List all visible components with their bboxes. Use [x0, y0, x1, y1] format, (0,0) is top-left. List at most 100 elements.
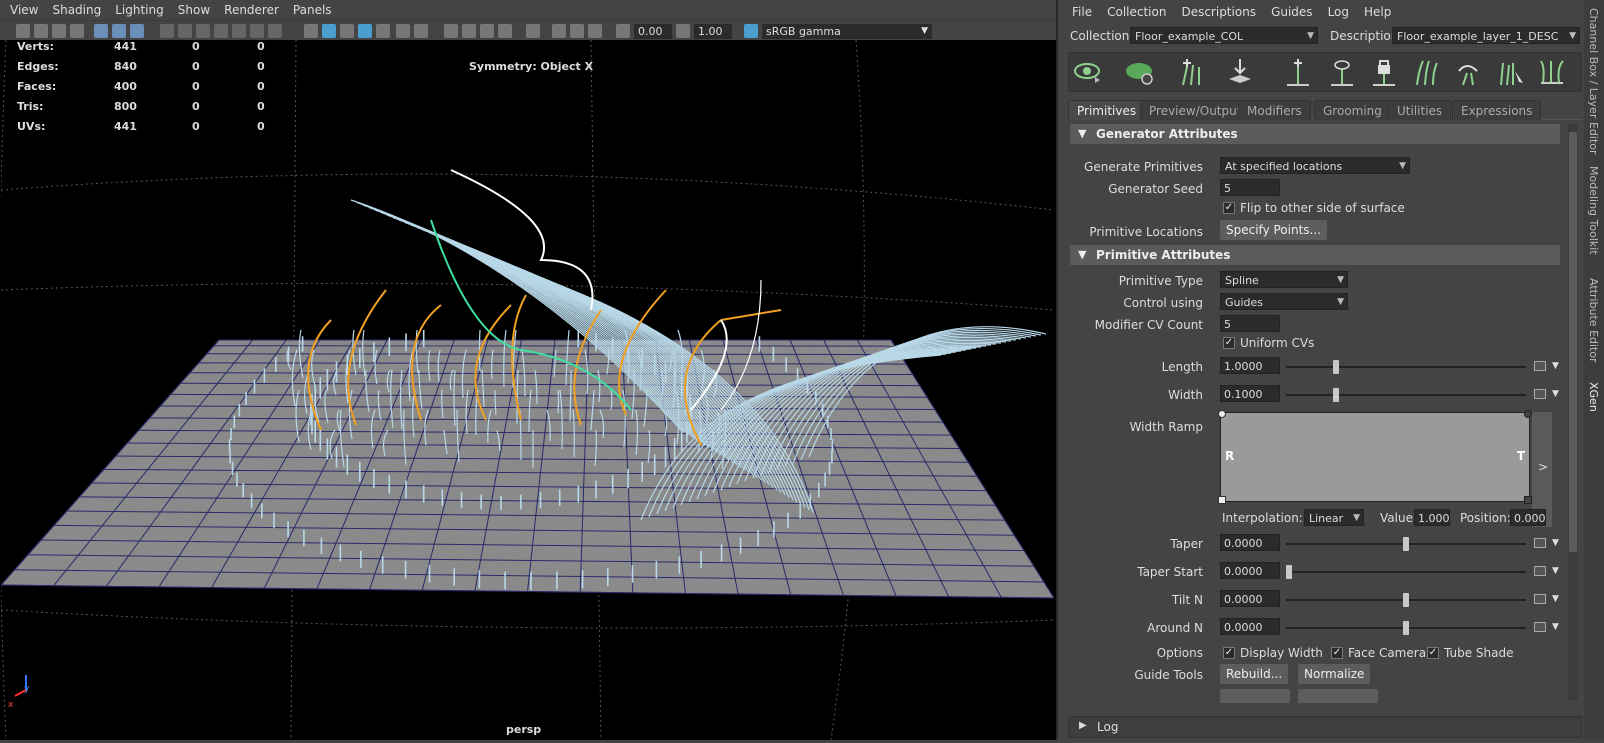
tab-primitives[interactable]: Primitives: [1068, 100, 1145, 120]
face-camera-checkbox[interactable]: ✓: [1331, 647, 1343, 659]
slider-handle[interactable]: [1403, 537, 1409, 551]
slider-handle[interactable]: [1403, 621, 1409, 635]
exposure-field[interactable]: 0.00: [634, 24, 672, 39]
xray-joints-icon[interactable]: [552, 24, 566, 38]
smooth-shade-icon[interactable]: [322, 24, 336, 38]
sculpt-guides-icon[interactable]: [1495, 57, 1525, 87]
modifier-cv-count-field[interactable]: 5: [1220, 315, 1280, 332]
lock-guide-icon[interactable]: [1369, 57, 1399, 87]
slider-handle[interactable]: [1286, 565, 1292, 579]
map-icon[interactable]: [1534, 361, 1546, 371]
floor-plane[interactable]: [1, 340, 1054, 598]
scrollbar-thumb[interactable]: [1569, 132, 1577, 552]
width-field[interactable]: 0.1000: [1220, 385, 1280, 402]
color-space-dropdown[interactable]: sRGB gamma ▼: [762, 24, 932, 39]
taper-slider[interactable]: [1286, 543, 1526, 545]
shadows-icon[interactable]: [414, 24, 428, 38]
uniform-cvs-checkbox[interactable]: ✓: [1223, 337, 1235, 349]
description-dropdown[interactable]: Floor_example_layer_1_DESC ▼: [1392, 27, 1580, 44]
ramp-position-field[interactable]: 0.000: [1510, 509, 1546, 526]
film-gate-icon[interactable]: [112, 24, 126, 38]
chevron-down-icon[interactable]: ▼: [1552, 361, 1559, 371]
ramp-point-handle[interactable]: [1218, 410, 1226, 418]
length-slider[interactable]: [1286, 366, 1526, 368]
control-using-dropdown[interactable]: Guides ▼: [1220, 293, 1348, 310]
field-chart-icon[interactable]: [178, 24, 192, 38]
side-tab-attribute-editor[interactable]: Attribute Editor: [1587, 278, 1600, 363]
menu-help[interactable]: Help: [1364, 5, 1391, 19]
heads-up-icon[interactable]: [232, 24, 246, 38]
add-guides-icon[interactable]: [1177, 57, 1207, 87]
menu-collection[interactable]: Collection: [1107, 5, 1166, 19]
primitive-attributes-header[interactable]: ▼ Primitive Attributes: [1070, 245, 1560, 265]
map-icon[interactable]: [1534, 622, 1546, 632]
normalize-button[interactable]: Normalize: [1298, 664, 1370, 684]
isolate-icon[interactable]: [526, 24, 540, 38]
gate-mask-icon[interactable]: [160, 24, 174, 38]
select-camera-icon[interactable]: [16, 24, 30, 38]
motion-blur-icon[interactable]: [462, 24, 476, 38]
side-tab-channel-box[interactable]: Channel Box / Layer Editor: [1587, 8, 1600, 155]
generator-seed-field[interactable]: 5: [1220, 179, 1280, 196]
leaf-visibility-icon[interactable]: [1125, 57, 1155, 87]
tilt-n-field[interactable]: 0.0000: [1220, 590, 1280, 607]
move-guide-icon[interactable]: [1453, 57, 1483, 87]
eye-guide-icon[interactable]: [1073, 57, 1103, 87]
grid-toggle-icon[interactable]: [94, 24, 108, 38]
primitive-type-dropdown[interactable]: Spline ▼: [1220, 271, 1348, 288]
chevron-down-icon[interactable]: ▼: [1552, 622, 1559, 632]
color-management-icon[interactable]: [744, 24, 758, 38]
chevron-down-icon[interactable]: ▼: [1552, 594, 1559, 604]
interpolation-dropdown[interactable]: Linear ▼: [1304, 509, 1364, 526]
exposure-icon[interactable]: [616, 24, 630, 38]
tab-expressions[interactable]: Expressions: [1452, 100, 1541, 120]
add-guide-icon[interactable]: [1283, 57, 1313, 87]
tab-modifiers[interactable]: Modifiers: [1238, 100, 1311, 120]
rebuild-guides-icon[interactable]: [1411, 57, 1441, 87]
xray-icon[interactable]: [268, 24, 282, 38]
grooming-guide-icon[interactable]: [1537, 57, 1567, 87]
slider-handle[interactable]: [1333, 360, 1339, 374]
textured-icon[interactable]: [376, 24, 390, 38]
isolate-select-icon[interactable]: [250, 24, 264, 38]
chevron-down-icon[interactable]: ▼: [1552, 389, 1559, 399]
backface-icon[interactable]: [588, 24, 602, 38]
generate-primitives-dropdown[interactable]: At specified locations ▼: [1220, 157, 1410, 174]
image-plane-icon[interactable]: [70, 24, 84, 38]
xray-active-icon[interactable]: [570, 24, 584, 38]
log-section-header[interactable]: ▶ Log: [1068, 716, 1582, 738]
gamma-icon[interactable]: [676, 24, 690, 38]
gamma-field[interactable]: 1.00: [694, 24, 732, 39]
menu-lighting[interactable]: Lighting: [115, 3, 164, 17]
safe-action-icon[interactable]: [196, 24, 210, 38]
tube-shade-checkbox[interactable]: ✓: [1427, 647, 1439, 659]
collection-dropdown[interactable]: Floor_example_COL ▼: [1130, 27, 1318, 44]
rebuild-button[interactable]: Rebuild...: [1220, 664, 1288, 684]
around-n-field[interactable]: 0.0000: [1220, 618, 1280, 635]
ambient-occlusion-icon[interactable]: [444, 24, 458, 38]
length-field[interactable]: 1.0000: [1220, 357, 1280, 374]
around-n-slider[interactable]: [1286, 627, 1526, 629]
tab-grooming[interactable]: Grooming: [1314, 100, 1391, 120]
side-tab-xgen[interactable]: XGen: [1587, 382, 1600, 412]
side-tab-modeling-toolkit[interactable]: Modeling Toolkit: [1587, 166, 1600, 255]
resolution-gate-icon[interactable]: [130, 24, 144, 38]
lights-icon[interactable]: [396, 24, 410, 38]
taper-field[interactable]: 0.0000: [1220, 534, 1280, 551]
extra-button[interactable]: [1220, 689, 1290, 703]
map-icon[interactable]: [1534, 594, 1546, 604]
map-icon[interactable]: [1534, 389, 1546, 399]
tilt-n-slider[interactable]: [1286, 599, 1526, 601]
bookmark-icon[interactable]: [52, 24, 66, 38]
width-ramp-editor[interactable]: R T: [1220, 412, 1530, 502]
depth-of-field-icon[interactable]: [498, 24, 512, 38]
safe-title-icon[interactable]: [214, 24, 228, 38]
generator-attributes-header[interactable]: ▼ Generator Attributes: [1070, 124, 1560, 144]
taper-start-field[interactable]: 0.0000: [1220, 562, 1280, 579]
menu-log[interactable]: Log: [1328, 5, 1349, 19]
menu-descriptions[interactable]: Descriptions: [1181, 5, 1256, 19]
map-icon[interactable]: [1534, 538, 1546, 548]
menu-view[interactable]: View: [10, 3, 38, 17]
tab-utilities[interactable]: Utilities: [1388, 100, 1451, 120]
map-icon[interactable]: [1534, 566, 1546, 576]
